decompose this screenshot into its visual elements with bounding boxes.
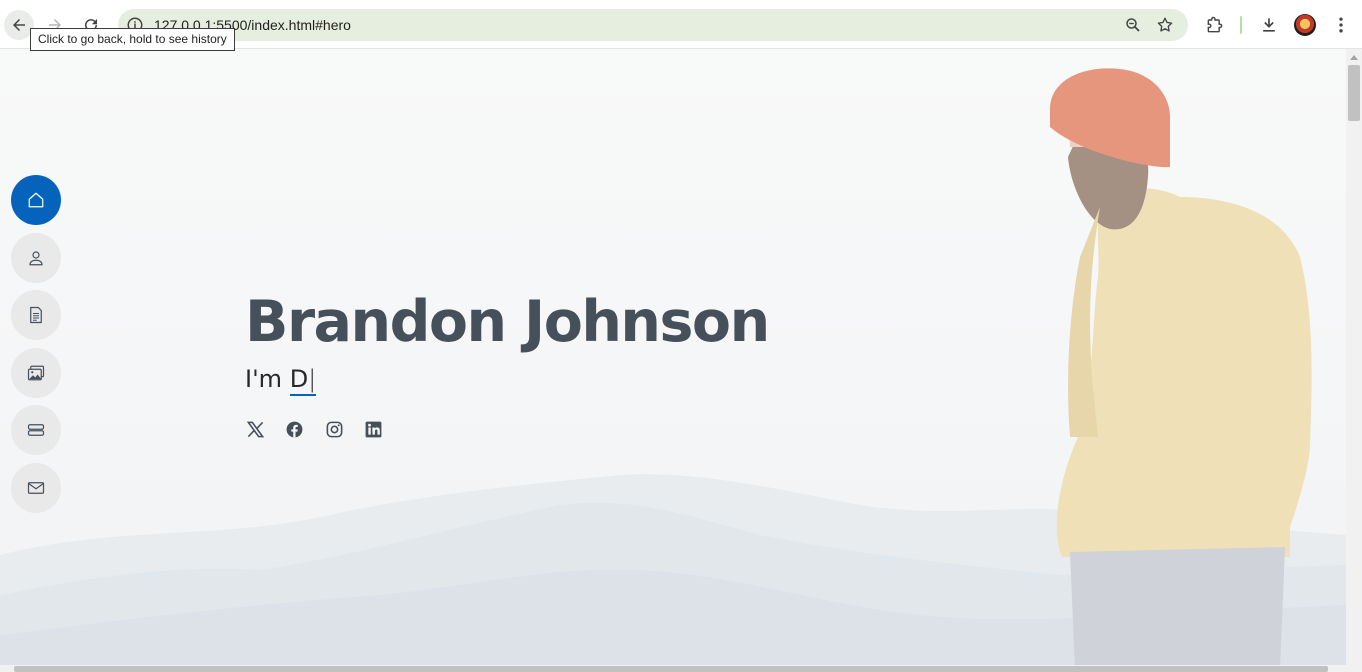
nav-home-button[interactable] [11, 175, 61, 225]
linkedin-link[interactable] [364, 419, 384, 439]
hero-subtitle-prefix: I'm [245, 365, 290, 393]
nav-about-button[interactable] [11, 232, 61, 283]
toolbar-divider [1240, 16, 1242, 34]
hero-subtitle: I'm D| [245, 365, 317, 396]
hero-name: Brandon Johnson [245, 289, 770, 355]
twitter-x-link[interactable] [245, 419, 265, 439]
twitter-x-icon [246, 421, 264, 437]
hero-section: Brandon Johnson I'm D| [0, 49, 1346, 665]
typed-text: D| [289, 365, 317, 396]
images-icon [27, 365, 45, 380]
instagram-link[interactable] [324, 419, 344, 439]
scroll-up-arrow-icon[interactable] [1350, 55, 1358, 60]
download-icon[interactable] [1259, 15, 1279, 35]
horizontal-scrollbar[interactable] [0, 665, 1362, 672]
man-photo [1050, 68, 1312, 665]
facebook-link[interactable] [285, 419, 305, 439]
instagram-icon [326, 421, 342, 437]
nav-resume-button[interactable] [11, 290, 61, 340]
bookmark-star-icon[interactable] [1156, 16, 1174, 34]
social-links [245, 419, 403, 439]
profile-avatar[interactable] [1294, 14, 1316, 36]
typed-cursor: | [308, 365, 317, 393]
facebook-icon [286, 421, 303, 437]
nav-services-button[interactable] [11, 405, 61, 455]
back-button-tooltip: Click to go back, hold to see history [30, 28, 235, 51]
zoom-icon[interactable] [1124, 16, 1142, 34]
vertical-scrollbar[interactable] [1346, 49, 1362, 665]
vertical-scroll-thumb[interactable] [1348, 65, 1360, 121]
server-icon [27, 424, 45, 436]
house-icon [28, 192, 44, 208]
extensions-puzzle-icon[interactable] [1205, 15, 1225, 35]
horizontal-scroll-thumb[interactable] [14, 666, 1328, 672]
address-bar[interactable]: 127.0.0.1:5500/index.html#hero [118, 9, 1188, 41]
envelope-icon [27, 481, 45, 494]
arrow-left-icon [13, 19, 25, 31]
file-text-icon [30, 306, 42, 324]
kebab-menu-icon[interactable] [1331, 15, 1351, 35]
linkedin-icon [365, 421, 382, 437]
side-navigation [11, 175, 61, 520]
nav-portfolio-button[interactable] [11, 347, 61, 398]
nav-contact-button[interactable] [11, 462, 61, 513]
person-icon [29, 250, 43, 265]
typed-text-value: D [289, 365, 309, 393]
